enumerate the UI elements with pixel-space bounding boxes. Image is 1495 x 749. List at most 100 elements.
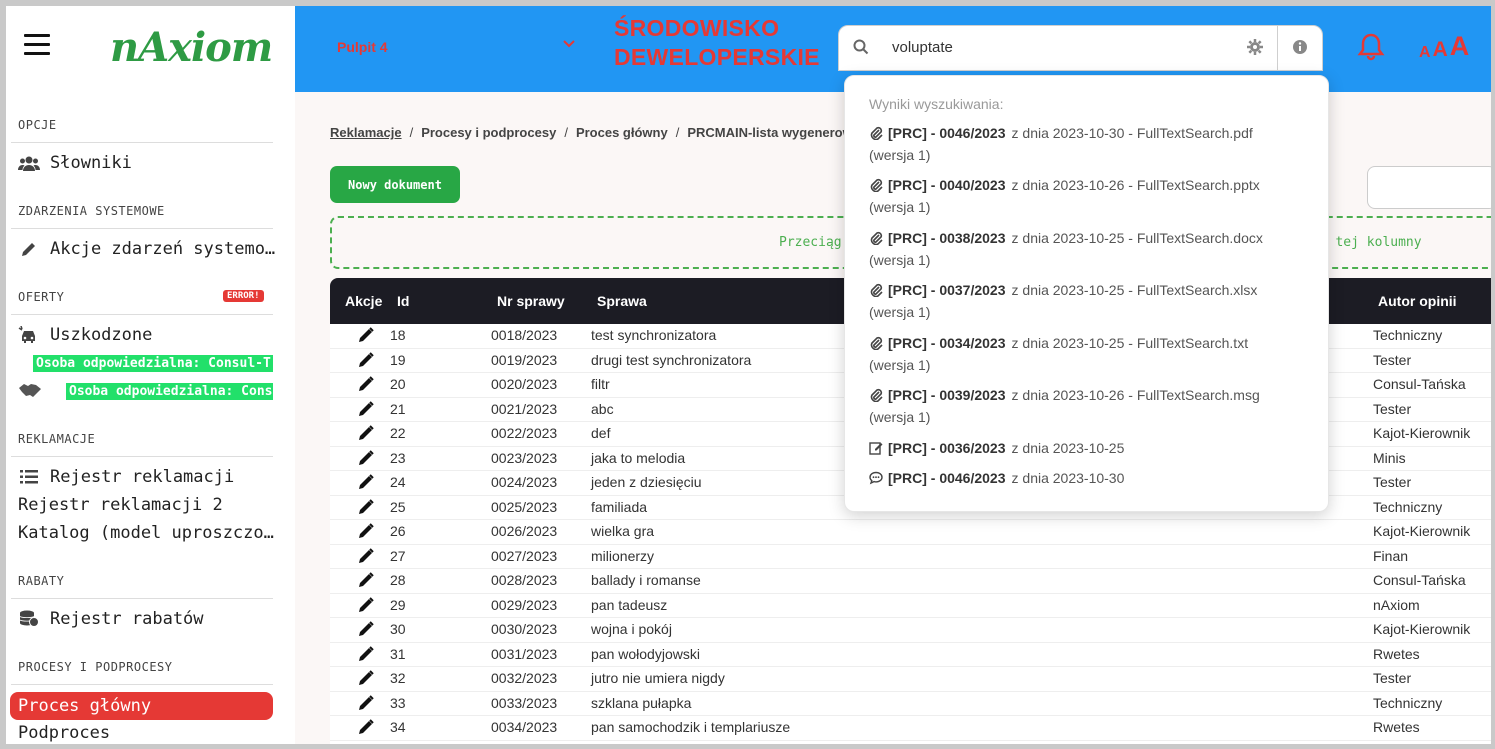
edit-icon[interactable]	[358, 327, 374, 343]
cell-id: 30	[390, 621, 406, 637]
bell-icon[interactable]	[1356, 32, 1386, 62]
cell-id: 18	[390, 327, 406, 343]
dashboard-select[interactable]: Pulpit 4	[337, 39, 388, 55]
breadcrumb: Reklamacje / Procesy i podprocesy / Proces g…	[330, 125, 860, 140]
table-row[interactable]: 29 0029/2023 pan tadeusz nAxiom	[330, 594, 1491, 618]
sidebar-item-katalog[interactable]: Katalog (model uproszczo…	[18, 523, 276, 543]
column-header-akcje[interactable]: Akcje	[345, 293, 382, 309]
search-result-item[interactable]: [PRC] - 0036/2023 z dnia 2023-10-25	[869, 437, 1309, 459]
section-title-rabaty: RABATY	[18, 574, 65, 588]
sidebar-item-podproces[interactable]: Podproces	[18, 723, 276, 743]
search-result-ref: [PRC] - 0039/2023	[888, 387, 1006, 403]
table-row[interactable]: 27 0027/2023 milionerzy Finan	[330, 545, 1491, 569]
breadcrumb-separator: /	[409, 125, 414, 140]
edit-icon[interactable]	[358, 449, 374, 466]
sidebar-item-rejestr-rabatow[interactable]: Rejestr rabatów	[18, 609, 278, 629]
search-result-item[interactable]: [PRC] - 0037/2023 z dnia 2023-10-25 - Ful…	[869, 279, 1309, 323]
paperclip-icon	[869, 176, 883, 193]
gear-icon[interactable]	[1247, 39, 1263, 55]
font-size-large-button[interactable]: A	[1450, 31, 1470, 62]
search-result-version: (wersja 1)	[869, 199, 931, 215]
cell-autor: Rwetes	[1373, 645, 1420, 662]
search-result-item[interactable]: [PRC] - 0046/2023 z dnia 2023-10-30	[869, 467, 1309, 489]
table-row[interactable]: 26 0026/2023 wielka gra Kajot-Kierownik	[330, 520, 1491, 545]
cell-autor: Minis	[1373, 449, 1406, 466]
cell-sprawa: wojna i pokój	[591, 621, 672, 637]
column-header-id[interactable]: Id	[397, 293, 409, 309]
search-result-item[interactable]: [PRC] - 0038/2023 z dnia 2023-10-25 - Ful…	[869, 227, 1309, 271]
column-header-nr-sprawy[interactable]: Nr sprawy	[497, 293, 565, 309]
search-result-ref: [PRC] - 0034/2023	[888, 335, 1006, 351]
edit-icon[interactable]	[358, 547, 374, 564]
sidebar-item-proces-glowny[interactable]: Proces główny	[10, 692, 273, 720]
cell-autor: Kajot-Kierownik	[1373, 621, 1471, 637]
search-box[interactable]: voluptate	[838, 25, 1323, 71]
sidebar-item-label: Słowniki	[50, 153, 132, 173]
breadcrumb-item[interactable]: Procesy i podprocesy	[421, 125, 556, 140]
column-header-autor[interactable]: Autor opinii	[1378, 293, 1457, 309]
table-row[interactable]: 28 0028/2023 ballady i romanse Consul-Tańsk…	[330, 569, 1491, 594]
cell-sprawa: filtr	[591, 376, 610, 392]
font-size-small-button[interactable]: A	[1419, 44, 1431, 62]
divider	[11, 598, 273, 599]
users-icon	[18, 154, 40, 172]
cell-autor: Tester	[1373, 474, 1412, 490]
table-row[interactable]: 34 0034/2023 pan samochodzik i templariusz…	[330, 716, 1491, 741]
edit-icon[interactable]	[358, 719, 374, 735]
column-header-sprawa[interactable]: Sprawa	[597, 293, 647, 309]
section-title-opcje: OPCJE	[18, 118, 57, 132]
search-result-details: z dnia 2023-10-30 - FullTextSearch.pdf	[1011, 125, 1253, 141]
sidebar-item-rejestr-reklamacji-2[interactable]: Rejestr reklamacji 2	[18, 495, 276, 515]
chevron-down-icon[interactable]	[563, 36, 575, 52]
breadcrumb-item[interactable]: Proces główny	[576, 125, 668, 140]
cell-autor: Consul-Tańska	[1373, 572, 1466, 588]
cell-sprawa: jaka to melodia	[591, 449, 686, 466]
table-row[interactable]: 32 0032/2023 jutro nie umiera nigdy Tester	[330, 667, 1491, 692]
cell-autor: Kajot-Kierownik	[1373, 523, 1471, 539]
pencil-icon	[18, 240, 40, 258]
table-row[interactable]: 30 0030/2023 wojna i pokój Kajot-Kierownik	[330, 618, 1491, 643]
edit-icon[interactable]	[358, 670, 374, 686]
edit-icon[interactable]	[358, 572, 374, 588]
sidebar-item-slowniki[interactable]: Słowniki	[18, 153, 278, 173]
search-result-item[interactable]: [PRC] - 0040/2023 z dnia 2023-10-26 - Ful…	[869, 174, 1309, 218]
edit-icon[interactable]	[358, 645, 374, 662]
search-result-ref: [PRC] - 0046/2023	[888, 125, 1006, 141]
search-result-item[interactable]: [PRC] - 0034/2023 z dnia 2023-10-25 - Ful…	[869, 332, 1309, 376]
hamburger-menu-icon[interactable]	[24, 34, 50, 56]
cell-sprawa: pan wołodyjowski	[591, 645, 700, 662]
sidebar-item-uszkodzone[interactable]: Uszkodzone	[18, 325, 278, 345]
sidebar-item-akcje[interactable]: Akcje zdarzeń systemo…	[18, 239, 278, 259]
edit-icon[interactable]	[358, 351, 374, 368]
cell-autor: Tester	[1373, 670, 1412, 686]
search-result-item[interactable]: [PRC] - 0046/2023 z dnia 2023-10-30 - Ful…	[869, 122, 1309, 166]
cell-nr-sprawy: 0032/2023	[491, 670, 558, 686]
sidebar-item-rejestr-reklamacji[interactable]: Rejestr reklamacji	[18, 467, 278, 487]
cell-autor: Tester	[1373, 400, 1412, 417]
info-icon[interactable]	[1292, 39, 1308, 55]
table-row[interactable]: 33 0033/2023 szklana pułapka Techniczny	[330, 692, 1491, 716]
edit-icon[interactable]	[358, 425, 374, 441]
table-row[interactable]: 31 0031/2023 pan wołodyjowski Rwetes	[330, 643, 1491, 667]
edit-icon[interactable]	[358, 621, 374, 637]
search-input[interactable]: voluptate	[892, 39, 953, 56]
search-result-details: z dnia 2023-10-26 - FullTextSearch.pptx	[1011, 177, 1260, 193]
edit-icon[interactable]	[358, 523, 374, 539]
coins-icon	[18, 610, 40, 628]
edit-icon[interactable]	[358, 596, 374, 613]
edit-icon[interactable]	[358, 694, 374, 711]
divider	[1277, 26, 1278, 70]
search-result-item[interactable]: [PRC] - 0039/2023 z dnia 2023-10-26 - Ful…	[869, 384, 1309, 428]
breadcrumb-link[interactable]: Reklamacje	[330, 125, 402, 140]
new-document-button[interactable]: Nowy dokument	[330, 166, 460, 203]
filter-input[interactable]	[1367, 166, 1491, 209]
edit-icon[interactable]	[358, 498, 374, 515]
font-size-medium-button[interactable]: A	[1433, 38, 1448, 62]
cell-id: 32	[390, 670, 406, 686]
edit-icon[interactable]	[358, 400, 374, 417]
edit-icon[interactable]	[358, 376, 374, 392]
edit-icon[interactable]	[358, 474, 374, 490]
sidebar-item-label: Akcje zdarzeń systemo…	[50, 239, 276, 259]
cell-id: 22	[390, 425, 406, 441]
search-result-details: z dnia 2023-10-25 - FullTextSearch.xlsx	[1011, 282, 1258, 298]
